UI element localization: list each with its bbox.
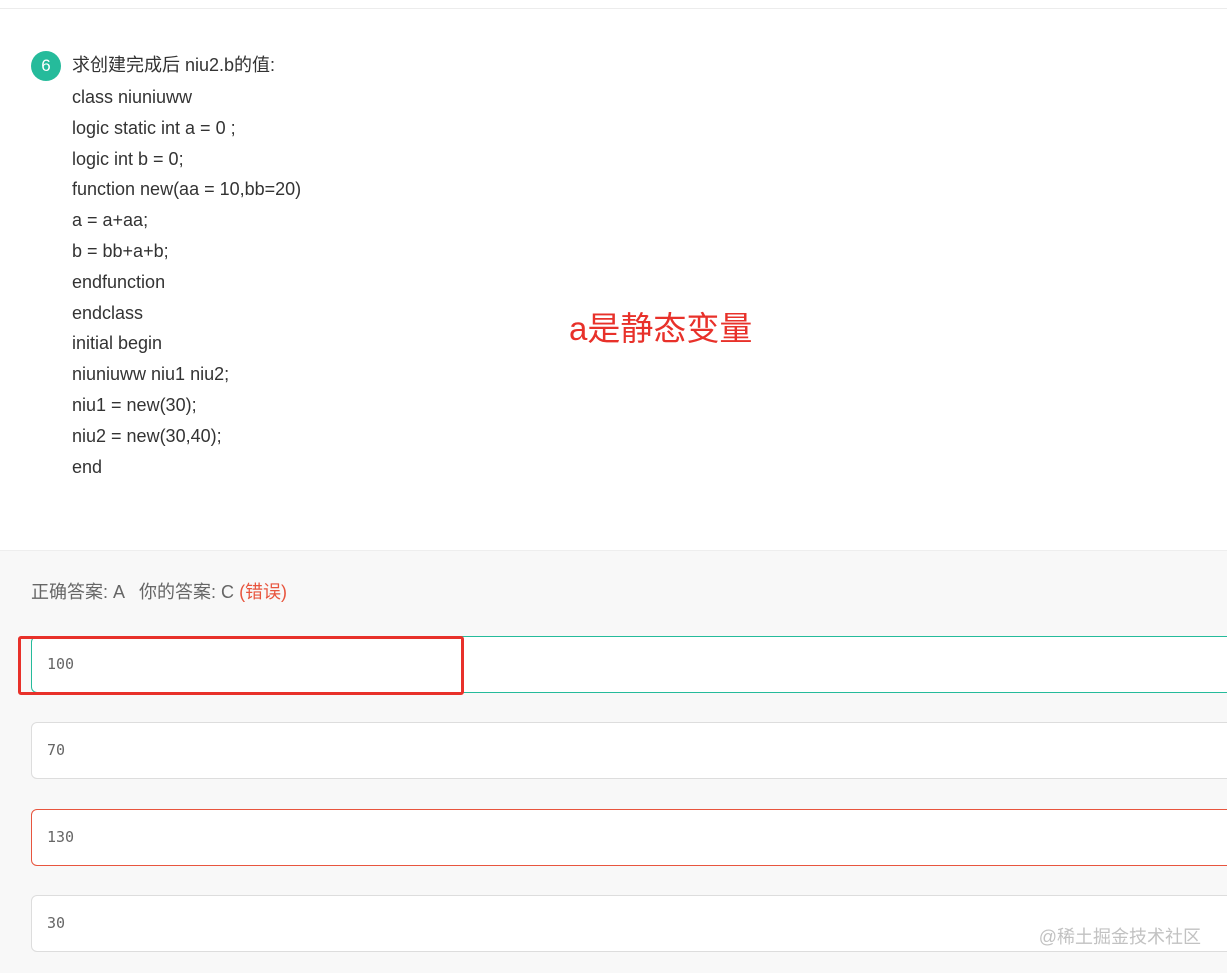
code-line: end [72,456,103,477]
top-divider [0,8,1227,9]
code-line: niu2 = new(30,40); [72,425,222,446]
question-body: 求创建完成后 niu2.b的值: class niuniuww logic st… [72,51,301,482]
code-line: function new(aa = 10,bb=20) [72,179,302,200]
option-c[interactable]: 130 [31,809,1227,866]
correct-answer-label: 正确答案: A [31,582,125,602]
your-answer-label: 你的答案: C [139,582,235,602]
code-line: endfunction [72,271,166,292]
code-line: b = bb+a+b; [72,240,169,261]
question-title: 求创建完成后 niu2.b的值: [72,55,276,75]
option-a[interactable]: 100 [31,636,1227,693]
code-line: endclass [72,302,144,323]
quiz-page: 6 求创建完成后 niu2.b的值: class niuniuww logic … [0,0,1227,973]
code-line: logic static int a = 0 ; [72,117,236,138]
code-line: niu1 = new(30); [72,394,197,415]
option-b[interactable]: 70 [31,722,1227,779]
static-variable-annotation: a是静态变量 [569,310,753,347]
watermark: @稀土掘金技术社区 [1038,927,1201,947]
code-line: class niuniuww [72,87,193,107]
question-number-badge: 6 [31,51,61,81]
code-line: logic int b = 0; [72,148,184,169]
code-line: initial begin [72,333,163,354]
answer-summary: 正确答案: A 你的答案: C (错误) [31,580,287,604]
wrong-tag: (错误) [239,582,288,602]
code-line: a = a+aa; [72,210,149,231]
code-line: niuniuww niu1 niu2; [72,364,230,385]
